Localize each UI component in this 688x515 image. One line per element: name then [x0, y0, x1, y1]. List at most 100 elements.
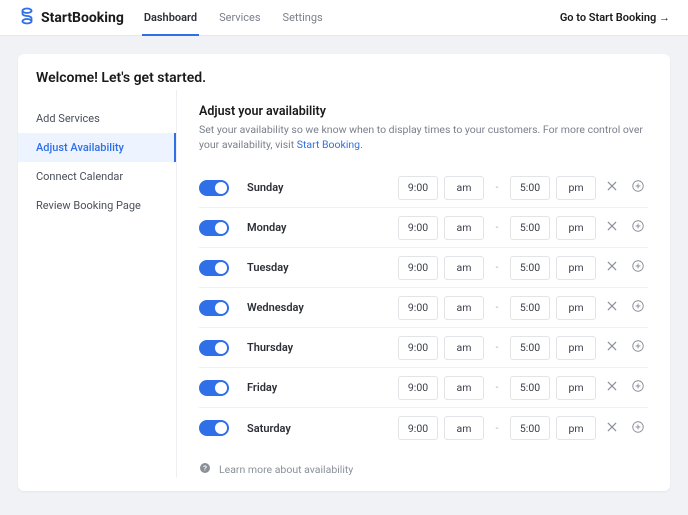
end-hour-select[interactable]: 5:00 [510, 256, 550, 280]
sidebar-item-connect-calendar[interactable]: Connect Calendar [18, 162, 176, 191]
start-ampm-select[interactable]: am [444, 296, 484, 320]
onboarding-sidebar: Add Services Adjust Availability Connect… [18, 90, 176, 477]
day-row-monday: Monday 9:00 am - 5:00 pm [199, 208, 648, 248]
start-hour-select[interactable]: 9:00 [398, 416, 438, 440]
time-separator: - [490, 342, 504, 353]
end-hour-select[interactable]: 5:00 [510, 296, 550, 320]
start-ampm-select[interactable]: am [444, 336, 484, 360]
day-row-tuesday: Tuesday 9:00 am - 5:00 pm [199, 248, 648, 288]
panel-title: Adjust your availability [199, 104, 648, 119]
add-slot-button[interactable] [628, 178, 648, 198]
add-slot-button[interactable] [628, 298, 648, 318]
start-ampm-select[interactable]: am [444, 416, 484, 440]
brand[interactable]: StartBooking [18, 7, 124, 29]
start-ampm-select[interactable]: am [444, 216, 484, 240]
help-icon: ? [199, 462, 211, 477]
time-separator: - [490, 302, 504, 313]
end-ampm-select[interactable]: pm [556, 256, 596, 280]
add-slot-button[interactable] [628, 258, 648, 278]
sidebar-item-add-services[interactable]: Add Services [18, 104, 176, 133]
start-ampm-select[interactable]: am [444, 256, 484, 280]
toggle-tuesday[interactable] [199, 260, 229, 276]
go-to-start-booking[interactable]: Go to Start Booking → [560, 11, 670, 24]
remove-slot-button[interactable] [602, 178, 622, 198]
nav-services[interactable]: Services [219, 0, 260, 35]
day-label: Saturday [247, 422, 392, 435]
remove-slot-button[interactable] [602, 338, 622, 358]
panel-description-link[interactable]: Start Booking [297, 138, 360, 151]
remove-slot-button[interactable] [602, 258, 622, 278]
end-hour-select[interactable]: 5:00 [510, 176, 550, 200]
toggle-saturday[interactable] [199, 420, 229, 436]
add-slot-button[interactable] [628, 338, 648, 358]
end-ampm-select[interactable]: pm [556, 296, 596, 320]
plus-circle-icon [631, 339, 645, 356]
remove-slot-button[interactable] [602, 418, 622, 438]
main-panel: Adjust your availability Set your availa… [176, 90, 670, 477]
start-hour-select[interactable]: 9:00 [398, 296, 438, 320]
end-hour-select[interactable]: 5:00 [510, 416, 550, 440]
end-ampm-select[interactable]: pm [556, 416, 596, 440]
close-icon [605, 420, 619, 437]
end-ampm-select[interactable]: pm [556, 336, 596, 360]
panel-description: Set your availability so we know when to… [199, 123, 648, 152]
end-ampm-select[interactable]: pm [556, 176, 596, 200]
start-ampm-select[interactable]: am [444, 176, 484, 200]
remove-slot-button[interactable] [602, 298, 622, 318]
plus-circle-icon [631, 219, 645, 236]
close-icon [605, 219, 619, 236]
day-label: Tuesday [247, 261, 392, 274]
topbar: StartBooking Dashboard Services Settings… [0, 0, 688, 36]
remove-slot-button[interactable] [602, 378, 622, 398]
time-separator: - [490, 423, 504, 434]
day-row-saturday: Saturday 9:00 am - 5:00 pm [199, 408, 648, 448]
toggle-thursday[interactable] [199, 340, 229, 356]
start-hour-select[interactable]: 9:00 [398, 256, 438, 280]
end-hour-select[interactable]: 5:00 [510, 336, 550, 360]
svg-text:?: ? [203, 466, 207, 473]
end-ampm-select[interactable]: pm [556, 216, 596, 240]
end-hour-select[interactable]: 5:00 [510, 216, 550, 240]
time-separator: - [490, 182, 504, 193]
add-slot-button[interactable] [628, 418, 648, 438]
plus-circle-icon [631, 420, 645, 437]
start-hour-select[interactable]: 9:00 [398, 176, 438, 200]
card-body: Add Services Adjust Availability Connect… [18, 90, 670, 491]
close-icon [605, 379, 619, 396]
sidebar-item-adjust-availability[interactable]: Adjust Availability [18, 133, 176, 162]
welcome-heading: Welcome! Let's get started. [18, 54, 670, 90]
add-slot-button[interactable] [628, 378, 648, 398]
add-slot-button[interactable] [628, 218, 648, 238]
day-label: Sunday [247, 181, 392, 194]
panel-description-text: Set your availability so we know when to… [199, 123, 643, 151]
start-hour-select[interactable]: 9:00 [398, 216, 438, 240]
close-icon [605, 179, 619, 196]
start-hour-select[interactable]: 9:00 [398, 376, 438, 400]
plus-circle-icon [631, 259, 645, 276]
toggle-wednesday[interactable] [199, 300, 229, 316]
end-hour-select[interactable]: 5:00 [510, 376, 550, 400]
toggle-monday[interactable] [199, 220, 229, 236]
toggle-friday[interactable] [199, 380, 229, 396]
remove-slot-button[interactable] [602, 218, 622, 238]
nav-dashboard[interactable]: Dashboard [144, 0, 197, 35]
brand-logo-icon [18, 7, 36, 29]
sidebar-item-review-booking-page[interactable]: Review Booking Page [18, 191, 176, 220]
panel-description-suffix: . [360, 138, 363, 151]
day-row-thursday: Thursday 9:00 am - 5:00 pm [199, 328, 648, 368]
day-row-friday: Friday 9:00 am - 5:00 pm [199, 368, 648, 408]
day-label: Friday [247, 381, 392, 394]
main-card: Welcome! Let's get started. Add Services… [18, 54, 670, 491]
time-separator: - [490, 262, 504, 273]
start-hour-select[interactable]: 9:00 [398, 336, 438, 360]
nav-settings[interactable]: Settings [283, 0, 323, 35]
learn-more-link[interactable]: ? Learn more about availability [199, 462, 648, 477]
end-ampm-select[interactable]: pm [556, 376, 596, 400]
start-ampm-select[interactable]: am [444, 376, 484, 400]
brand-name: StartBooking [41, 10, 124, 26]
day-row-wednesday: Wednesday 9:00 am - 5:00 pm [199, 288, 648, 328]
toggle-sunday[interactable] [199, 180, 229, 196]
day-label: Monday [247, 221, 392, 234]
close-icon [605, 299, 619, 316]
topbar-left: StartBooking Dashboard Services Settings [18, 0, 323, 35]
